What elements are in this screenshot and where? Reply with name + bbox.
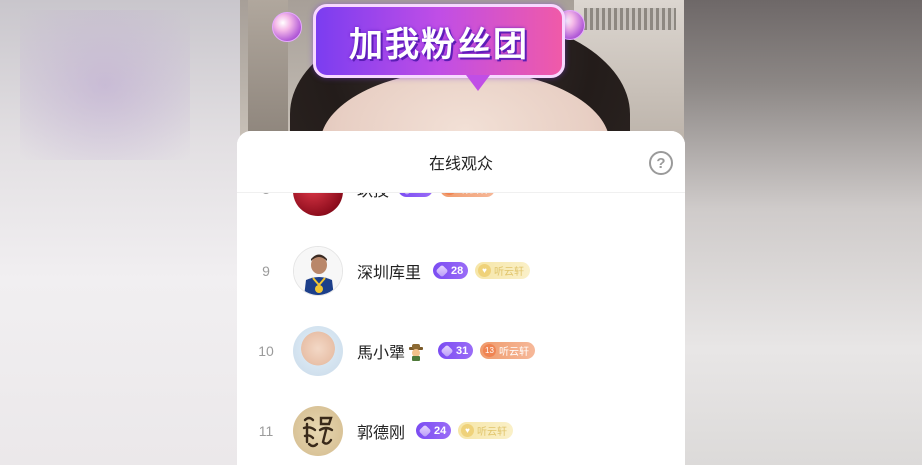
viewer-name[interactable]: 郭德刚 bbox=[357, 419, 405, 443]
avatar[interactable] bbox=[293, 326, 343, 376]
list-item[interactable]: 9 深圳库里 28 ♥ 听云轩 bbox=[237, 241, 685, 301]
level-number: 24 bbox=[434, 424, 447, 437]
rank-number: 9 bbox=[262, 263, 270, 279]
fan-level-number: 13 bbox=[483, 344, 496, 357]
fan-club-name: 听云轩 bbox=[499, 347, 529, 358]
avatar[interactable] bbox=[293, 246, 343, 296]
calligraphy-avatar-icon bbox=[302, 416, 334, 448]
level-number: 28 bbox=[451, 264, 464, 277]
viewer-name[interactable]: 深圳库里 bbox=[357, 259, 421, 283]
fan-club-badge: ♥ 听云轩 bbox=[458, 422, 513, 439]
list-item[interactable]: 11 郭德刚 24 ♥ 听云轩 bbox=[237, 401, 685, 461]
fan-club-sticker-text: 加我粉丝团 bbox=[349, 24, 529, 65]
list-item[interactable]: 10 馬小犟 31 13 听云轩 bbox=[237, 321, 685, 381]
level-badge: 31 bbox=[438, 342, 474, 359]
player-avatar-icon bbox=[294, 247, 342, 295]
question-mark-icon[interactable]: ? bbox=[649, 151, 673, 175]
fan-heart-icon: ♥ bbox=[461, 424, 474, 437]
gem-icon bbox=[435, 264, 449, 277]
panel-header: 在线观众 ? bbox=[237, 131, 685, 193]
blurred-background-left bbox=[0, 0, 240, 465]
fan-heart-icon: ♥ bbox=[478, 264, 491, 277]
fan-club-name: 听云轩 bbox=[477, 427, 507, 438]
video-vent bbox=[584, 8, 676, 30]
rank-number: 10 bbox=[258, 343, 274, 359]
level-number: 31 bbox=[456, 344, 469, 357]
fan-club-badge: 13 听云轩 bbox=[480, 342, 535, 359]
level-badge: 24 bbox=[416, 422, 452, 439]
rank-number: 11 bbox=[258, 423, 274, 439]
blurred-background-right bbox=[684, 0, 922, 465]
avatar[interactable] bbox=[293, 406, 343, 456]
fan-club-sticker[interactable]: 加我粉丝团 bbox=[313, 4, 565, 91]
gem-icon bbox=[418, 424, 432, 437]
fan-club-badge: ♥ 听云轩 bbox=[475, 262, 530, 279]
viewer-name[interactable]: 馬小犟 bbox=[357, 339, 425, 363]
gem-icon bbox=[440, 344, 454, 357]
disco-ball-icon bbox=[272, 12, 302, 42]
level-badge: 28 bbox=[433, 262, 469, 279]
cowboy-emoji-icon bbox=[409, 344, 424, 361]
online-viewers-panel: 在线观众 ? 8 玖技 29 ♥ 听云轩 9 bbox=[237, 131, 685, 465]
fan-club-name: 听云轩 bbox=[494, 267, 524, 278]
panel-title: 在线观众 bbox=[428, 153, 493, 173]
